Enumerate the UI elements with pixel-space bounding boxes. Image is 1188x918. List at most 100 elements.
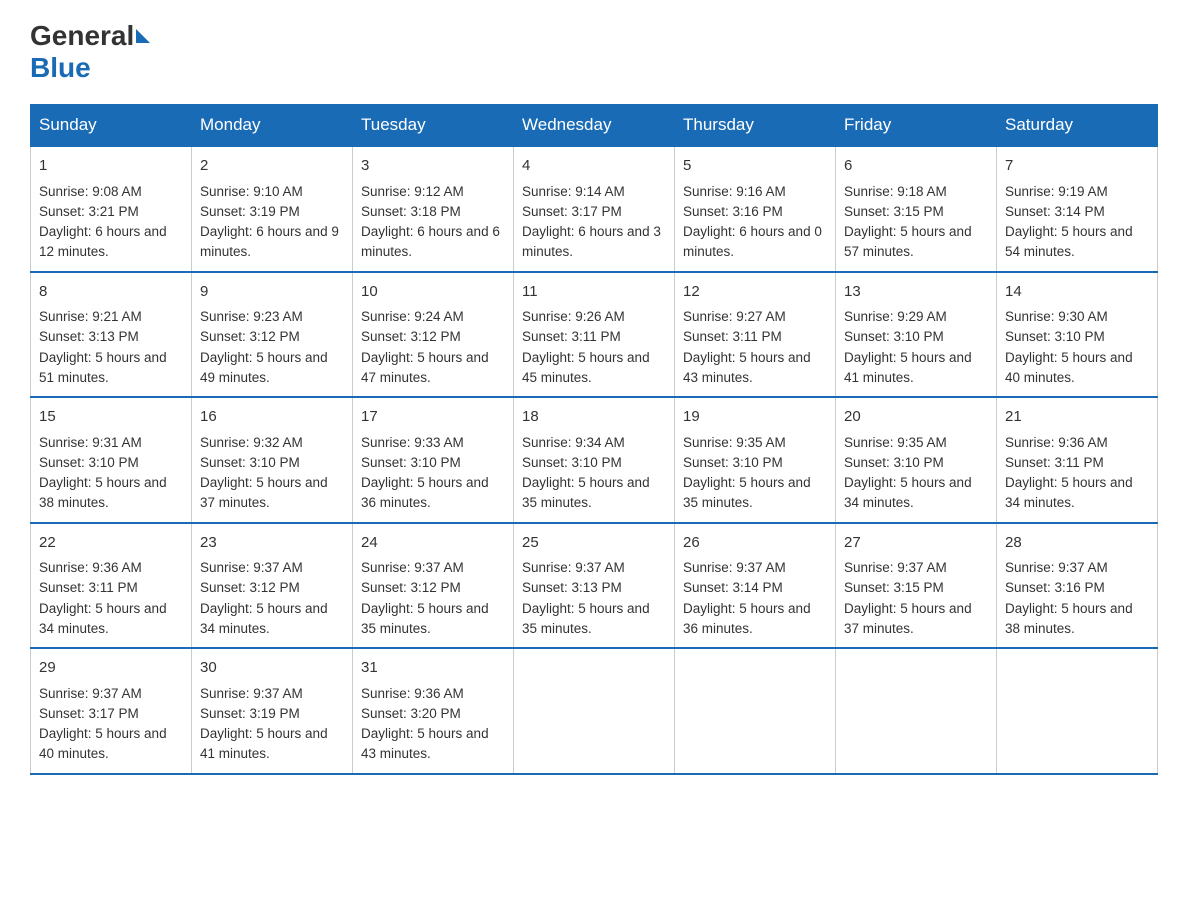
- day-number: 29: [39, 657, 183, 680]
- logo: General Blue: [30, 20, 152, 84]
- daylight-text: Daylight: 5 hours and 37 minutes.: [844, 599, 988, 640]
- day-number: 2: [200, 155, 344, 178]
- daylight-text: Daylight: 5 hours and 51 minutes.: [39, 348, 183, 389]
- daylight-text: Daylight: 5 hours and 34 minutes.: [1005, 473, 1149, 514]
- day-number: 1: [39, 155, 183, 178]
- sunset-text: Sunset: 3:15 PM: [844, 578, 988, 598]
- sunrise-text: Sunrise: 9:10 AM: [200, 182, 344, 202]
- sunset-text: Sunset: 3:10 PM: [39, 453, 183, 473]
- calendar-cell: 5Sunrise: 9:16 AMSunset: 3:16 PMDaylight…: [675, 146, 836, 272]
- sunrise-text: Sunrise: 9:37 AM: [200, 558, 344, 578]
- calendar-cell: 14Sunrise: 9:30 AMSunset: 3:10 PMDayligh…: [997, 272, 1158, 398]
- calendar-cell: 10Sunrise: 9:24 AMSunset: 3:12 PMDayligh…: [353, 272, 514, 398]
- day-number: 18: [522, 406, 666, 429]
- calendar-cell: 1 Sunrise: 9:08 AMSunset: 3:21 PMDaylight…: [31, 146, 192, 272]
- day-number: 31: [361, 657, 505, 680]
- calendar-week-row: 22Sunrise: 9:36 AMSunset: 3:11 PMDayligh…: [31, 523, 1158, 649]
- sunset-text: Sunset: 3:11 PM: [39, 578, 183, 598]
- daylight-text: Daylight: 5 hours and 35 minutes.: [361, 599, 505, 640]
- sunset-text: Sunset: 3:10 PM: [844, 453, 988, 473]
- day-number: 5: [683, 155, 827, 178]
- day-number: 9: [200, 281, 344, 304]
- sunset-text: Sunset: 3:10 PM: [361, 453, 505, 473]
- logo-blue-text: Blue: [30, 52, 91, 84]
- daylight-text: Daylight: 6 hours and 6 minutes.: [361, 222, 505, 263]
- weekday-header-row: Sunday Monday Tuesday Wednesday Thursday…: [31, 105, 1158, 147]
- day-number: 6: [844, 155, 988, 178]
- calendar-table: Sunday Monday Tuesday Wednesday Thursday…: [30, 104, 1158, 775]
- calendar-cell: 29Sunrise: 9:37 AMSunset: 3:17 PMDayligh…: [31, 648, 192, 774]
- calendar-cell: 18Sunrise: 9:34 AMSunset: 3:10 PMDayligh…: [514, 397, 675, 523]
- day-number: 21: [1005, 406, 1149, 429]
- daylight-text: Daylight: 5 hours and 47 minutes.: [361, 348, 505, 389]
- sunrise-text: Sunrise: 9:12 AM: [361, 182, 505, 202]
- calendar-week-row: 8Sunrise: 9:21 AMSunset: 3:13 PMDaylight…: [31, 272, 1158, 398]
- calendar-cell: 19Sunrise: 9:35 AMSunset: 3:10 PMDayligh…: [675, 397, 836, 523]
- logo-arrow-icon: [136, 29, 150, 43]
- daylight-text: Daylight: 5 hours and 36 minutes.: [683, 599, 827, 640]
- day-number: 13: [844, 281, 988, 304]
- daylight-text: Daylight: 5 hours and 35 minutes.: [683, 473, 827, 514]
- sunrise-text: Sunrise: 9:18 AM: [844, 182, 988, 202]
- calendar-cell: 26Sunrise: 9:37 AMSunset: 3:14 PMDayligh…: [675, 523, 836, 649]
- header-thursday: Thursday: [675, 105, 836, 147]
- daylight-text: Daylight: 5 hours and 40 minutes.: [39, 724, 183, 765]
- sunset-text: Sunset: 3:21 PM: [39, 202, 183, 222]
- calendar-cell: 13Sunrise: 9:29 AMSunset: 3:10 PMDayligh…: [836, 272, 997, 398]
- day-number: 23: [200, 532, 344, 555]
- day-number: 25: [522, 532, 666, 555]
- sunrise-text: Sunrise: 9:35 AM: [844, 433, 988, 453]
- sunset-text: Sunset: 3:17 PM: [522, 202, 666, 222]
- calendar-cell: 17Sunrise: 9:33 AMSunset: 3:10 PMDayligh…: [353, 397, 514, 523]
- sunrise-text: Sunrise: 9:31 AM: [39, 433, 183, 453]
- day-number: 10: [361, 281, 505, 304]
- day-number: 17: [361, 406, 505, 429]
- sunrise-text: Sunrise: 9:37 AM: [39, 684, 183, 704]
- calendar-week-row: 29Sunrise: 9:37 AMSunset: 3:17 PMDayligh…: [31, 648, 1158, 774]
- sunset-text: Sunset: 3:16 PM: [1005, 578, 1149, 598]
- day-number: 4: [522, 155, 666, 178]
- sunset-text: Sunset: 3:12 PM: [361, 578, 505, 598]
- day-number: 20: [844, 406, 988, 429]
- sunrise-text: Sunrise: 9:36 AM: [39, 558, 183, 578]
- sunrise-text: Sunrise: 9:19 AM: [1005, 182, 1149, 202]
- daylight-text: Daylight: 6 hours and 12 minutes.: [39, 222, 183, 263]
- sunset-text: Sunset: 3:14 PM: [1005, 202, 1149, 222]
- sunset-text: Sunset: 3:19 PM: [200, 202, 344, 222]
- sunset-text: Sunset: 3:10 PM: [522, 453, 666, 473]
- sunset-text: Sunset: 3:19 PM: [200, 704, 344, 724]
- calendar-cell: 3Sunrise: 9:12 AMSunset: 3:18 PMDaylight…: [353, 146, 514, 272]
- sunrise-text: Sunrise: 9:23 AM: [200, 307, 344, 327]
- calendar-cell: 27Sunrise: 9:37 AMSunset: 3:15 PMDayligh…: [836, 523, 997, 649]
- day-number: 19: [683, 406, 827, 429]
- daylight-text: Daylight: 5 hours and 34 minutes.: [200, 599, 344, 640]
- sunset-text: Sunset: 3:12 PM: [200, 578, 344, 598]
- sunrise-text: Sunrise: 9:37 AM: [522, 558, 666, 578]
- sunset-text: Sunset: 3:20 PM: [361, 704, 505, 724]
- calendar-cell: [514, 648, 675, 774]
- sunrise-text: Sunrise: 9:08 AM: [39, 182, 183, 202]
- day-number: 8: [39, 281, 183, 304]
- sunrise-text: Sunrise: 9:30 AM: [1005, 307, 1149, 327]
- sunrise-text: Sunrise: 9:16 AM: [683, 182, 827, 202]
- header-wednesday: Wednesday: [514, 105, 675, 147]
- calendar-cell: 24Sunrise: 9:37 AMSunset: 3:12 PMDayligh…: [353, 523, 514, 649]
- header-sunday: Sunday: [31, 105, 192, 147]
- sunset-text: Sunset: 3:10 PM: [1005, 327, 1149, 347]
- day-number: 28: [1005, 532, 1149, 555]
- daylight-text: Daylight: 5 hours and 43 minutes.: [361, 724, 505, 765]
- sunset-text: Sunset: 3:14 PM: [683, 578, 827, 598]
- day-number: 15: [39, 406, 183, 429]
- daylight-text: Daylight: 5 hours and 40 minutes.: [1005, 348, 1149, 389]
- calendar-cell: 16Sunrise: 9:32 AMSunset: 3:10 PMDayligh…: [192, 397, 353, 523]
- sunrise-text: Sunrise: 9:29 AM: [844, 307, 988, 327]
- sunrise-text: Sunrise: 9:37 AM: [361, 558, 505, 578]
- header-monday: Monday: [192, 105, 353, 147]
- sunrise-text: Sunrise: 9:33 AM: [361, 433, 505, 453]
- daylight-text: Daylight: 5 hours and 34 minutes.: [844, 473, 988, 514]
- calendar-week-row: 15Sunrise: 9:31 AMSunset: 3:10 PMDayligh…: [31, 397, 1158, 523]
- sunset-text: Sunset: 3:12 PM: [200, 327, 344, 347]
- calendar-cell: 9Sunrise: 9:23 AMSunset: 3:12 PMDaylight…: [192, 272, 353, 398]
- daylight-text: Daylight: 6 hours and 0 minutes.: [683, 222, 827, 263]
- logo-general-text: General: [30, 20, 134, 52]
